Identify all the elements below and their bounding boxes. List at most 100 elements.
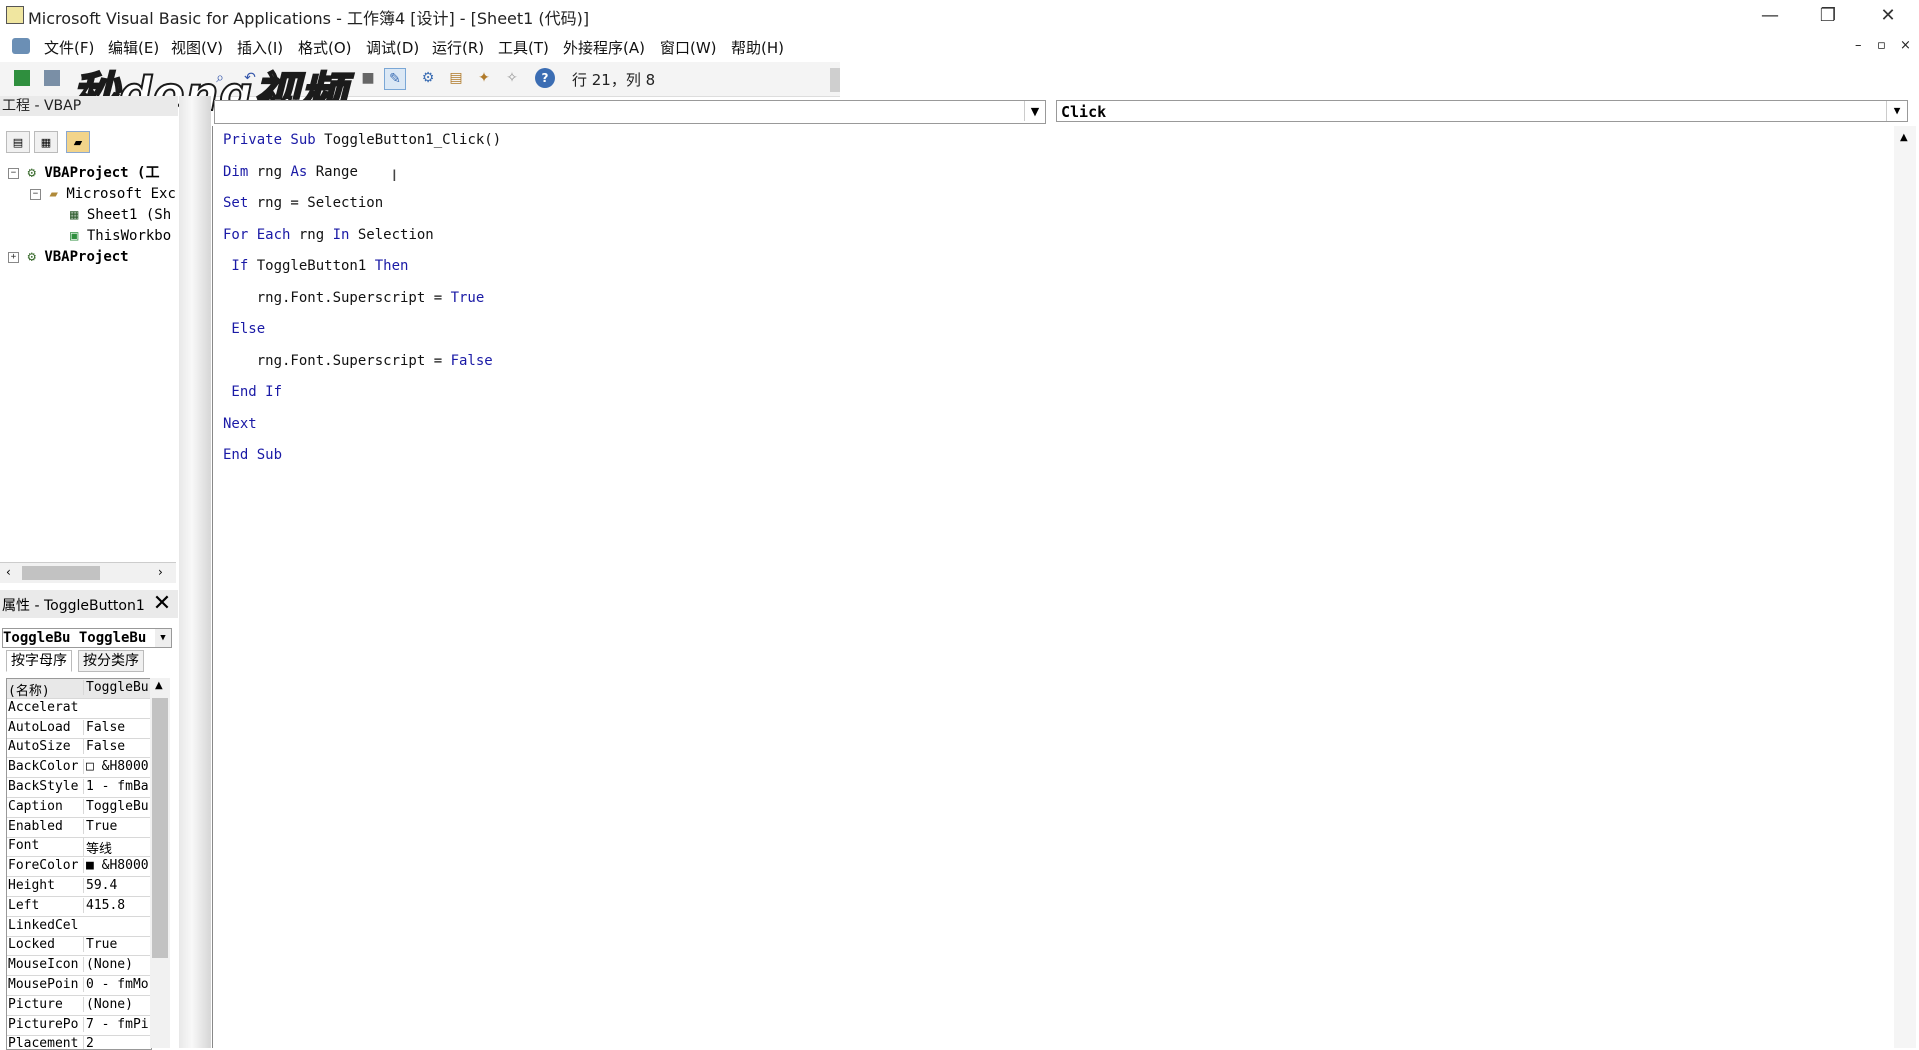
code-vertical-scrollbar[interactable]: ▲ xyxy=(1894,126,1916,1048)
dropdown-arrow-icon[interactable]: ▼ xyxy=(1886,101,1907,121)
property-value[interactable]: False xyxy=(83,719,151,735)
property-row[interactable]: AutoLoad False xyxy=(7,719,151,739)
property-value[interactable]: 0 - fmMo xyxy=(83,977,151,992)
property-value[interactable]: ToggleBu xyxy=(83,680,151,695)
scroll-left-icon[interactable]: ‹ xyxy=(6,565,11,579)
scroll-up-icon[interactable]: ▲ xyxy=(1900,132,1908,143)
dropdown-arrow-icon[interactable]: ▼ xyxy=(1024,101,1045,121)
mdi-restore-button[interactable]: ▫ xyxy=(1877,38,1886,53)
restore-button[interactable]: ❐ xyxy=(1800,0,1856,30)
mdi-minimize-button[interactable]: – xyxy=(1855,38,1862,53)
property-row[interactable]: Left 415.8 xyxy=(7,897,151,917)
property-row[interactable]: (名称) ToggleBu xyxy=(7,679,151,699)
tab-categorized[interactable]: 按分类序 xyxy=(78,650,144,672)
code-keyword: Next xyxy=(223,415,257,432)
property-value[interactable]: (None) xyxy=(83,996,151,1012)
menu-insert[interactable]: 插入(I) xyxy=(237,37,283,58)
insert-userform-icon[interactable] xyxy=(44,70,60,86)
property-row[interactable]: Font 等线 xyxy=(7,837,151,858)
tree-node-thisworkbook[interactable]: ▣ ThisWorkbo xyxy=(70,226,171,247)
tab-alphabetic[interactable]: 按字母序 xyxy=(6,650,72,672)
property-row[interactable]: Accelerat xyxy=(7,699,151,719)
minimize-button[interactable]: — xyxy=(1742,0,1798,30)
object-selector[interactable]: ToggleBu ToggleBu ▼ xyxy=(2,628,172,648)
property-row[interactable]: MousePoin 0 - fmMo xyxy=(7,976,151,996)
property-row[interactable]: Locked True xyxy=(7,936,151,957)
expand-icon[interactable]: + xyxy=(8,251,19,263)
property-value[interactable]: 415.8 xyxy=(83,897,151,913)
object-combo[interactable]: ▼ xyxy=(214,100,1046,124)
property-value[interactable]: True xyxy=(83,818,151,834)
menu-tools[interactable]: 工具(T) xyxy=(498,37,549,58)
menu-addins[interactable]: 外接程序(A) xyxy=(563,37,645,58)
scrollbar-thumb[interactable] xyxy=(22,566,100,580)
excel-vba-icon[interactable] xyxy=(12,38,30,54)
dropdown-arrow-icon[interactable]: ▼ xyxy=(155,629,171,647)
cursor-position: 行 21，列 8 xyxy=(572,71,656,89)
menu-edit[interactable]: 编辑(E) xyxy=(108,37,159,58)
property-value[interactable]: □ &H8000 xyxy=(83,759,151,775)
scrollbar-thumb[interactable] xyxy=(152,698,168,958)
code-line: Private Sub ToggleButton1_Click() xyxy=(223,132,501,148)
property-value[interactable]: ToggleBu xyxy=(83,798,151,814)
property-row[interactable]: BackColor □ &H8000 xyxy=(7,758,151,779)
property-value[interactable]: 等线 xyxy=(83,838,151,858)
property-value[interactable]: 7 - fmPi xyxy=(83,1016,151,1032)
collapse-icon[interactable]: − xyxy=(30,188,41,200)
property-row[interactable]: Picture (None) xyxy=(7,996,151,1016)
design-mode-icon[interactable]: ✎ xyxy=(384,68,406,90)
tree-node-label: ThisWorkbo xyxy=(86,228,172,244)
scroll-up-icon[interactable]: ▲ xyxy=(155,680,163,691)
collapse-icon[interactable]: − xyxy=(8,167,19,179)
menu-help[interactable]: 帮助(H) xyxy=(731,37,784,58)
property-name: Enabled xyxy=(8,818,63,834)
tree-node-vbaproject-2[interactable]: + ⚙ VBAProject xyxy=(8,247,129,268)
menu-run[interactable]: 运行(R) xyxy=(432,37,484,58)
property-row[interactable]: ForeColor ■ &H8000 xyxy=(7,857,151,878)
property-row[interactable]: AutoSize False xyxy=(7,738,151,759)
property-value[interactable]: 1 - fmBa xyxy=(83,779,151,794)
tree-node-excel-objects[interactable]: − ▰ Microsoft Exc xyxy=(30,184,176,205)
menu-window[interactable]: 窗口(W) xyxy=(660,37,717,58)
tree-node-sheet1[interactable]: ▦ Sheet1 (Sh xyxy=(70,205,171,226)
property-row[interactable]: MouseIcon (None) xyxy=(7,956,151,977)
procedure-combo[interactable]: Click ▼ xyxy=(1056,100,1908,122)
tree-node-vbaproject[interactable]: − ⚙ VBAProject (工 xyxy=(8,163,159,184)
view-excel-icon[interactable] xyxy=(14,70,30,86)
properties-vertical-scrollbar[interactable]: ▲ xyxy=(150,678,170,1048)
property-row[interactable]: LinkedCel xyxy=(7,917,151,937)
project-explorer-icon[interactable]: ⚙ xyxy=(418,68,438,88)
toggle-folders-icon[interactable]: ▰ xyxy=(66,131,90,153)
property-row[interactable]: Height 59.4 xyxy=(7,877,151,897)
project-horizontal-scrollbar[interactable]: ‹ › xyxy=(0,562,176,583)
property-value[interactable]: (None) xyxy=(83,957,151,973)
property-value[interactable]: True xyxy=(83,937,151,953)
property-name: Left xyxy=(8,897,40,913)
properties-window-icon[interactable]: ▤ xyxy=(446,68,466,88)
property-row[interactable]: PicturePo 7 - fmPi xyxy=(7,1016,151,1036)
toolbar-overflow-icon[interactable] xyxy=(830,68,840,92)
property-row[interactable]: Enabled True xyxy=(7,818,151,838)
menu-format[interactable]: 格式(O) xyxy=(298,37,352,58)
code-line: For Each rng In Selection xyxy=(223,227,434,243)
code-editor[interactable]: Private Sub ToggleButton1_Click() Dim rng… xyxy=(212,126,1895,1048)
property-value[interactable]: False xyxy=(83,739,151,755)
view-object-icon[interactable]: ▦ xyxy=(34,131,58,153)
pane-splitter[interactable] xyxy=(179,96,211,1048)
property-row[interactable]: BackStyle 1 - fmBa xyxy=(7,778,151,798)
reset-icon[interactable]: ■ xyxy=(358,68,378,88)
property-value[interactable]: 59.4 xyxy=(83,878,151,893)
help-icon[interactable]: ? xyxy=(535,68,555,88)
scroll-right-icon[interactable]: › xyxy=(158,565,163,579)
menu-debug[interactable]: 调试(D) xyxy=(366,37,419,58)
toolbox-icon[interactable]: ✧ xyxy=(502,68,522,88)
menu-view[interactable]: 视图(V) xyxy=(171,37,223,58)
mdi-close-button[interactable]: × xyxy=(1900,38,1911,53)
property-row[interactable]: Caption ToggleBu xyxy=(7,798,151,818)
view-code-icon[interactable]: ▤ xyxy=(6,131,30,153)
close-button[interactable]: ✕ xyxy=(1860,0,1916,30)
object-browser-icon[interactable]: ✦ xyxy=(474,68,494,88)
property-value[interactable]: ■ &H8000 xyxy=(83,858,151,874)
menu-file[interactable]: 文件(F) xyxy=(44,37,94,58)
properties-close-icon[interactable]: ✕ xyxy=(150,593,174,617)
